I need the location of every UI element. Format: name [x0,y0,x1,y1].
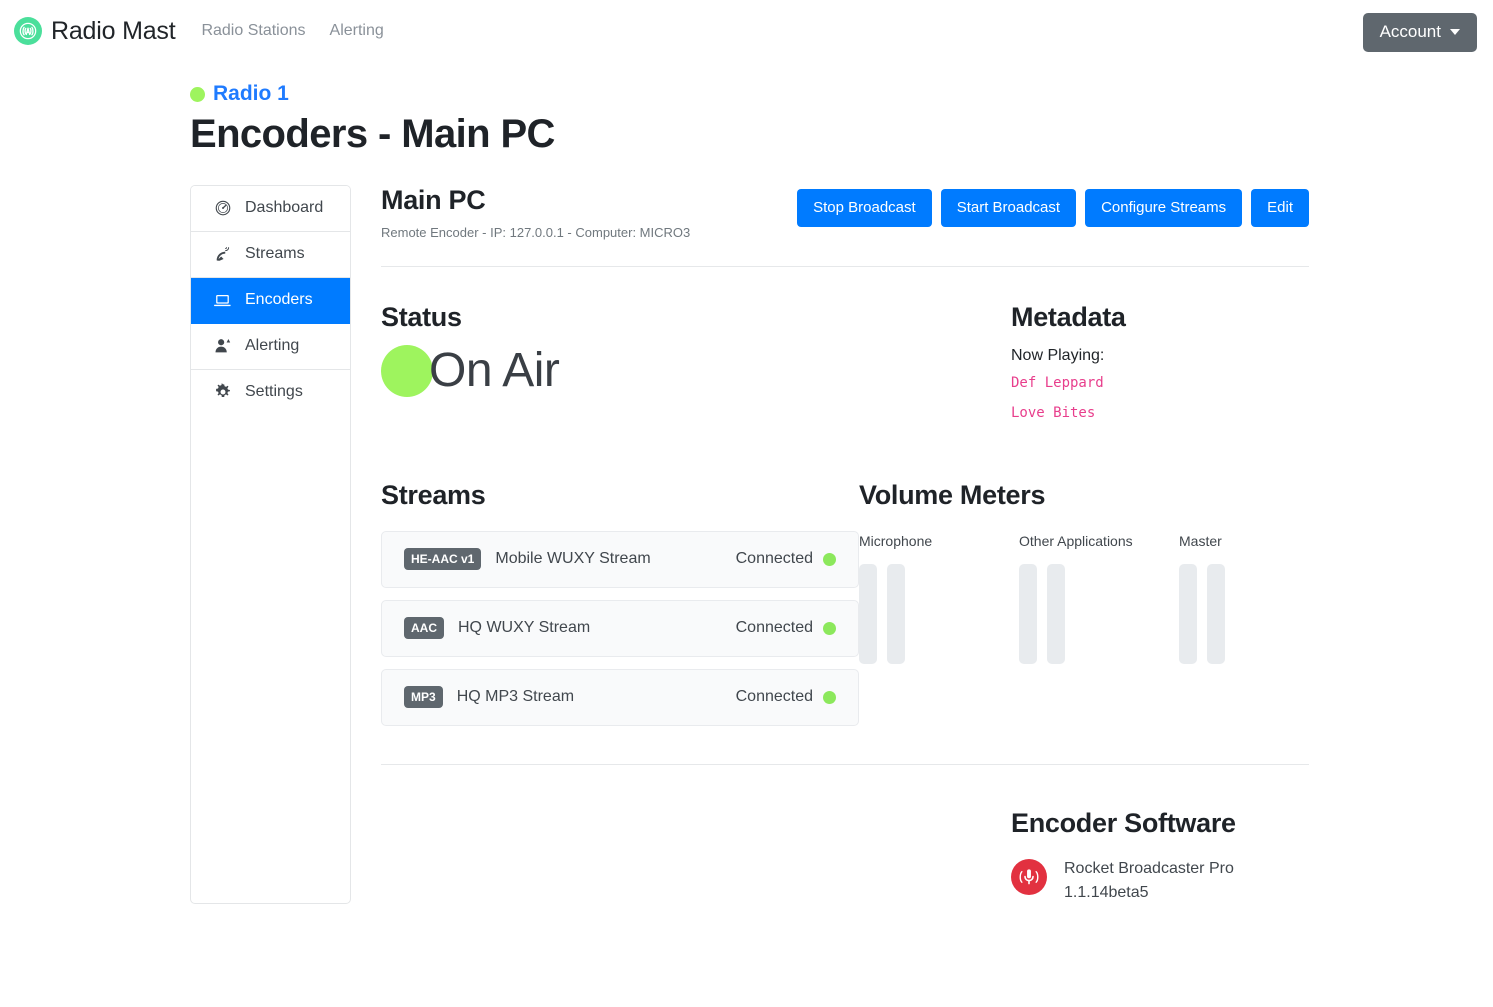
sidebar-item-label: Dashboard [245,199,324,217]
edit-button[interactable]: Edit [1251,188,1309,227]
sidebar-item-label: Streams [245,245,305,263]
sidebar-item-label: Encoders [245,291,313,309]
encoder-software-spacer [381,807,1011,904]
meter-label: Master [1179,533,1222,549]
meter-bar-right [887,564,905,664]
meter-bar-right [1047,564,1065,664]
account-menu-button[interactable]: Account [1362,13,1477,52]
streams-meters-row: Streams HE-AAC v1 Mobile WUXY Stream Con… [381,425,1309,738]
metadata-section: Metadata Now Playing: Def Leppard Love B… [1011,301,1309,425]
codec-badge: MP3 [404,686,443,708]
station-link[interactable]: Radio 1 [213,82,289,106]
meter-bars [1179,564,1339,664]
rocket-broadcaster-microphone-icon [1011,859,1047,896]
status-heading: Status [381,301,462,332]
encoder-software-heading: Encoder Software [1011,808,1236,838]
stream-row[interactable]: AAC HQ WUXY Stream Connected [381,600,859,657]
broadcast-tower-icon [14,17,42,45]
streams-heading: Streams [381,479,486,510]
meter-bar-left [1179,564,1197,664]
stream-status: Connected [735,688,813,705]
now-playing-label: Now Playing: [1011,347,1105,365]
encoder-header: Main PC Remote Encoder - IP: 127.0.0.1 -… [381,185,1309,240]
stream-status: Connected [735,619,813,636]
sidebar-item-label: Alerting [245,337,300,355]
status-value: On Air [429,344,560,398]
laptop-icon [213,291,232,310]
codec-badge: AAC [404,617,444,639]
metadata-heading: Metadata [1011,301,1126,332]
stream-name: Mobile WUXY Stream [495,550,651,567]
primary-nav: Radio Stations Alerting [201,22,383,40]
sidebar-nav: Dashboard Streams Encoders Alerting Sett… [190,184,351,904]
encoder-name: Main PC [381,184,486,215]
nav-link-alerting[interactable]: Alerting [330,22,384,40]
sidebar-item-alerting[interactable]: Alerting [191,323,350,370]
stream-name: HQ WUXY Stream [458,619,591,636]
status-section: Status On Air [381,301,1011,425]
brand-home-link[interactable]: Radio Mast [14,16,176,46]
encoder-software-name: Rocket Broadcaster Pro [1064,860,1234,878]
sidebar-item-dashboard[interactable]: Dashboard [191,185,350,232]
start-broadcast-button[interactable]: Start Broadcast [940,188,1077,227]
configure-streams-button[interactable]: Configure Streams [1085,188,1243,227]
encoder-software-text: Rocket Broadcaster Pro 1.1.14beta5 [1064,857,1234,903]
encoder-action-buttons: Stop Broadcast Start Broadcast Configure… [797,185,1309,227]
gear-icon [213,383,232,402]
encoder-software-version: 1.1.14beta5 [1064,883,1149,901]
now-playing-artist: Def Leppard [1011,375,1104,392]
page-header: Radio 1 Encoders - Main PC [0,62,1493,157]
volume-meter-other-applications: Other Applications [1019,533,1179,664]
meter-bars [859,564,1019,664]
meter-label: Microphone [859,533,933,549]
meter-bar-right [1207,564,1225,664]
station-breadcrumb: Radio 1 [190,82,1493,106]
meter-bars [1019,564,1179,664]
green-status-dot [823,552,836,566]
now-playing-track: Love Bites [1011,404,1096,421]
codec-badge: HE-AAC v1 [404,548,482,570]
main-content: Main PC Remote Encoder - IP: 127.0.0.1 -… [381,185,1309,904]
green-status-dot [190,86,205,102]
gauge-icon [213,199,232,218]
page-title: Encoders - Main PC [190,112,555,156]
stream-status: Connected [735,550,813,567]
nav-link-radio-stations[interactable]: Radio Stations [201,22,305,40]
sidebar-item-label: Settings [245,383,303,401]
meter-bar-left [859,564,877,664]
user-alert-icon [213,337,232,356]
stream-row[interactable]: MP3 HQ MP3 Stream Connected [381,669,859,726]
satellite-dish-icon [213,245,232,264]
volume-meters-heading: Volume Meters [859,479,1046,510]
green-status-dot [381,345,433,398]
volume-meter-master: Master [1179,533,1339,664]
stream-name: HQ MP3 Stream [456,688,575,705]
encoder-identity: Main PC Remote Encoder - IP: 127.0.0.1 -… [381,185,690,240]
encoder-software-row: Encoder Software Rocket Broadcaster Pro [381,765,1309,904]
encoder-software-info: Rocket Broadcaster Pro 1.1.14beta5 [1011,857,1309,903]
sidebar-item-encoders[interactable]: Encoders [191,277,350,324]
top-navbar: Radio Mast Radio Stations Alerting Accou… [0,0,1493,62]
sidebar-item-streams[interactable]: Streams [191,231,350,278]
account-menu-label: Account [1379,22,1441,41]
stop-broadcast-button[interactable]: Stop Broadcast [797,188,932,227]
volume-meters-group-list: Microphone Other Applications Master [859,533,1339,664]
status-value-group: On Air [381,344,1011,398]
sidebar-item-settings[interactable]: Settings [191,369,350,415]
green-status-dot [823,690,836,704]
meter-bar-left [1019,564,1037,664]
brand-name: Radio Mast [51,16,176,45]
volume-meters-section: Volume Meters Microphone Other Applicati… [859,479,1339,738]
streams-section: Streams HE-AAC v1 Mobile WUXY Stream Con… [381,479,859,738]
encoder-subtitle: Remote Encoder - IP: 127.0.0.1 - Compute… [381,224,691,240]
stream-row[interactable]: HE-AAC v1 Mobile WUXY Stream Connected [381,531,859,588]
green-status-dot [823,621,836,635]
streams-list: HE-AAC v1 Mobile WUXY Stream Connected A… [381,531,859,726]
status-metadata-row: Status On Air Metadata Now Playing: Def … [381,267,1309,425]
encoder-software-section: Encoder Software Rocket Broadcaster Pro [1011,807,1309,904]
meter-label: Other Applications [1019,533,1133,549]
volume-meter-microphone: Microphone [859,533,1019,664]
page-body: Dashboard Streams Encoders Alerting Sett… [0,157,1493,904]
chevron-down-icon [1450,29,1460,35]
